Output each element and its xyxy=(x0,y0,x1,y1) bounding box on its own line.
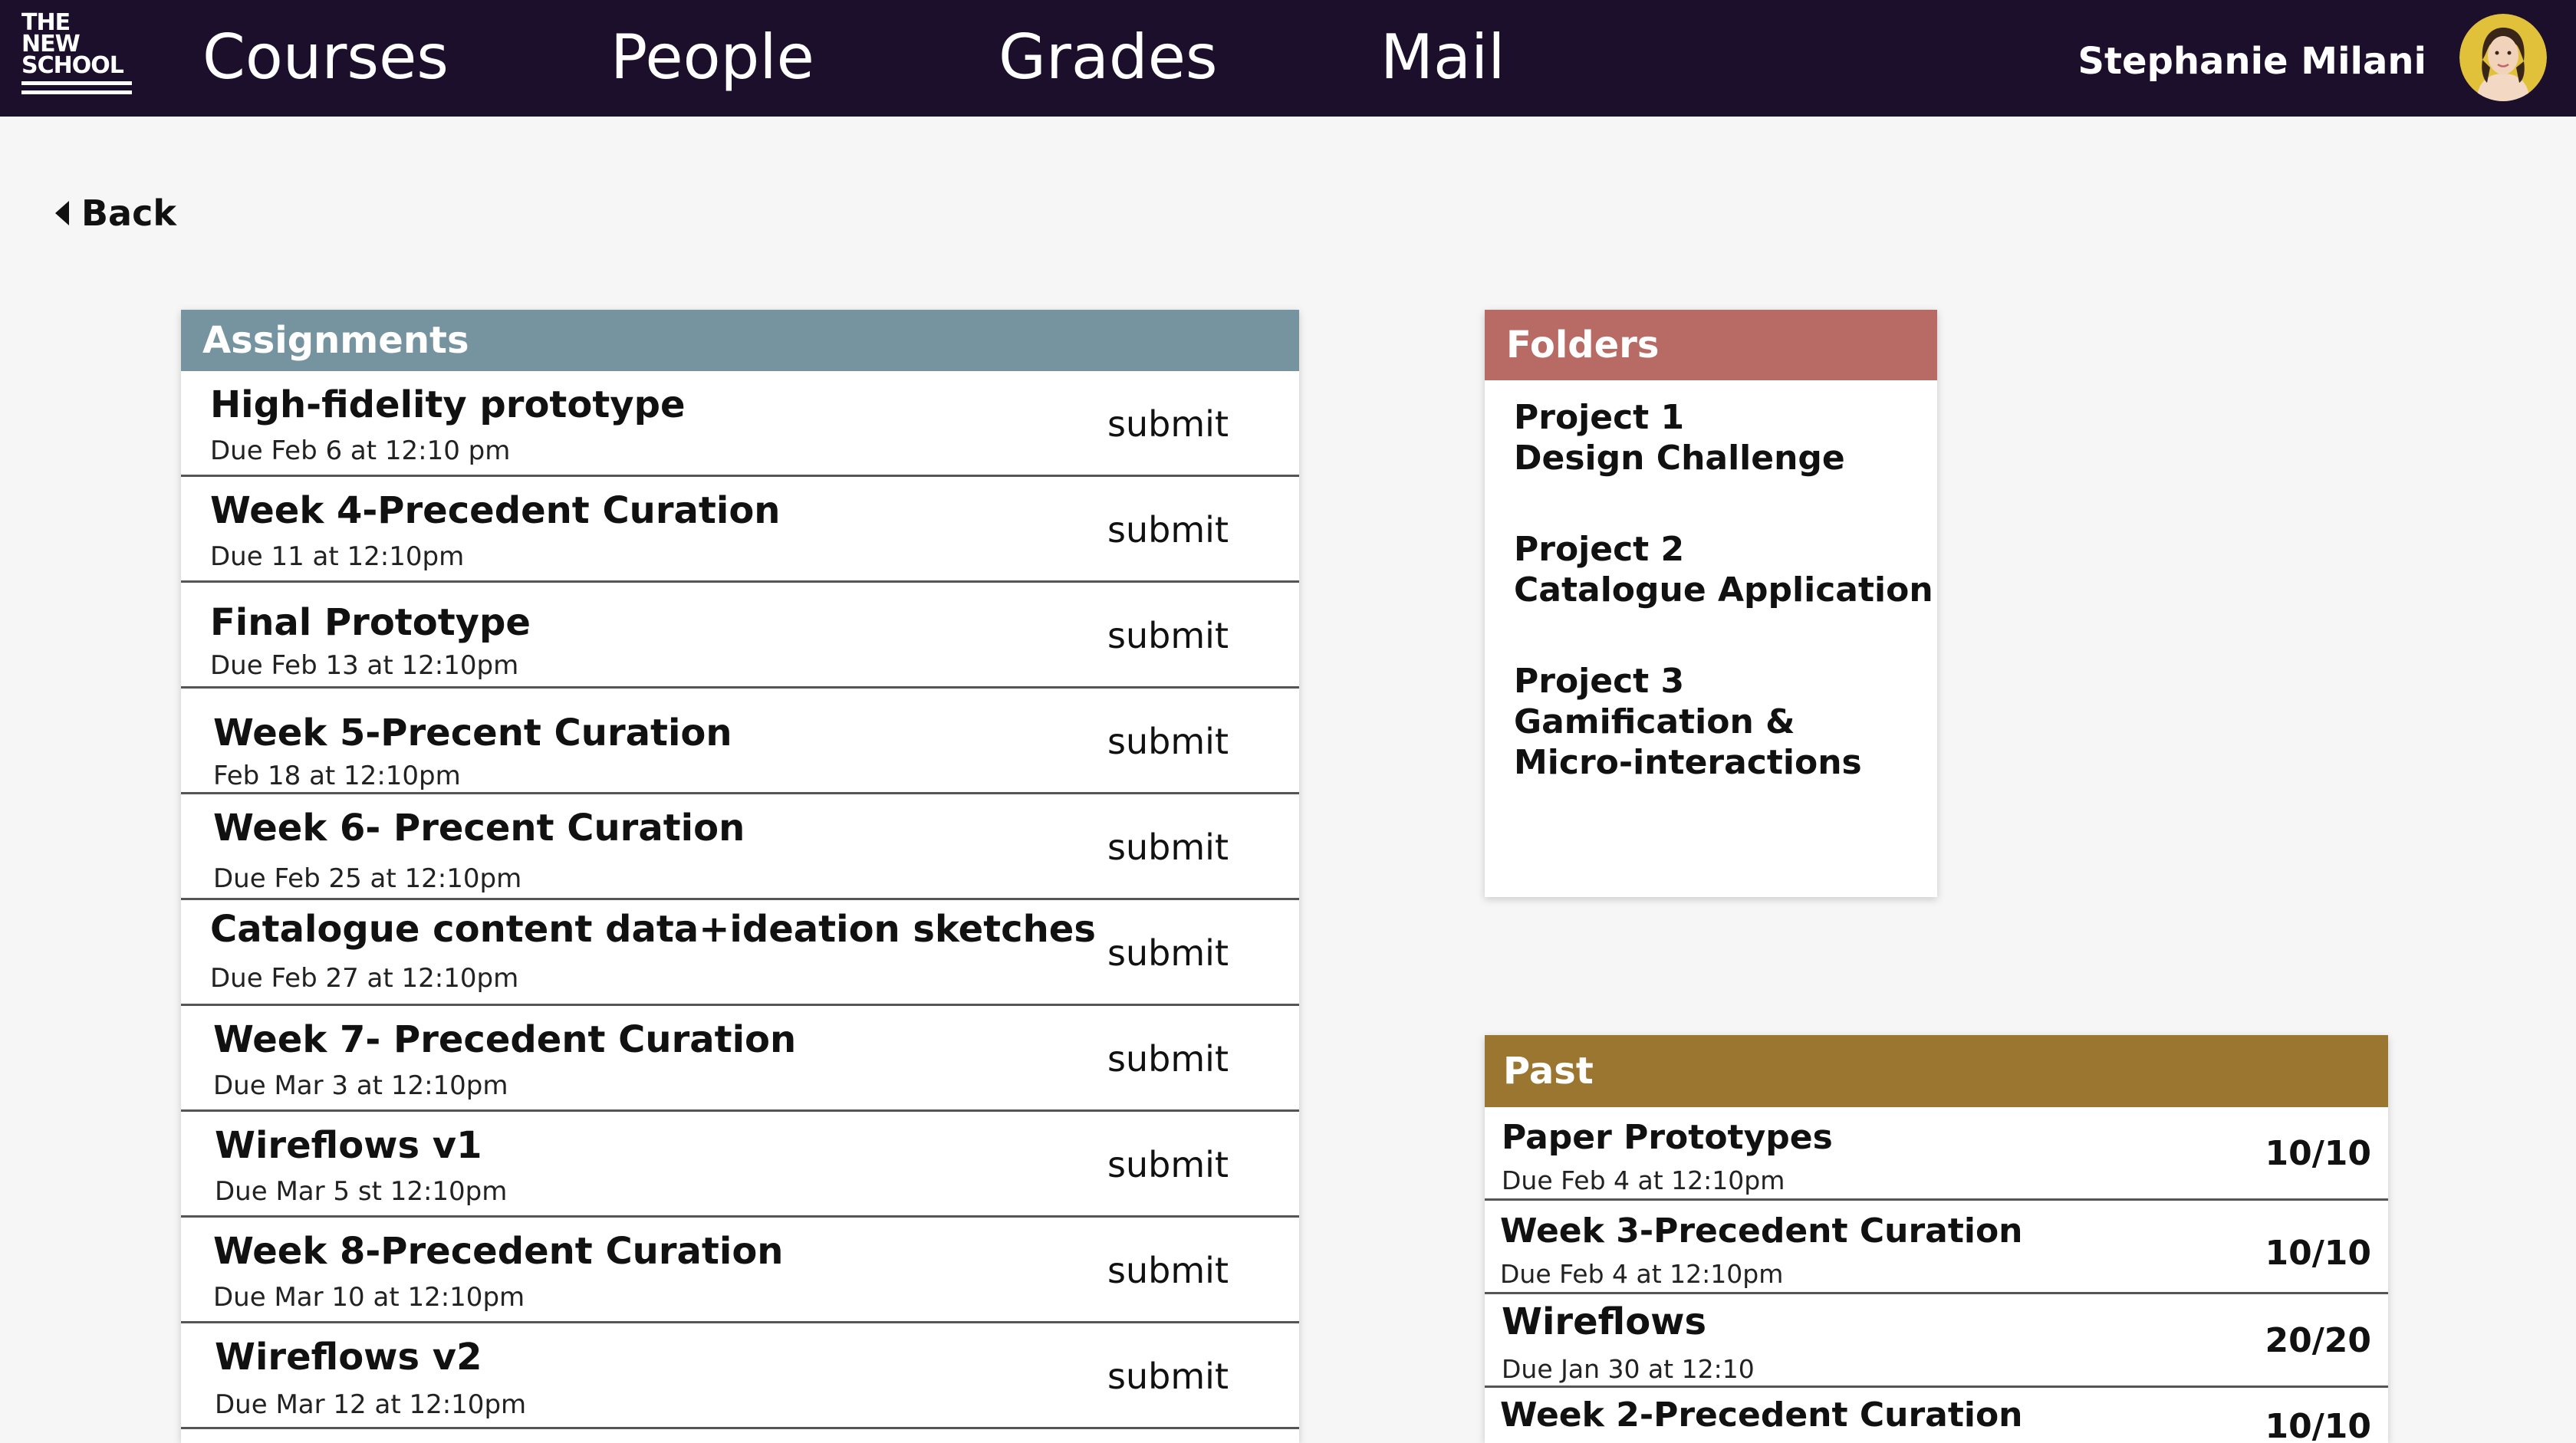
nav-grades[interactable]: Grades xyxy=(998,15,1218,100)
assignment-row[interactable]: Week 4-Precedent Curation Due 11 at 12:1… xyxy=(181,477,1299,583)
past-row[interactable]: Wireflows Due Jan 30 at 12:10 20/20 xyxy=(1485,1294,2388,1388)
assignment-due: Due Feb 27 at 12:10pm xyxy=(210,963,519,994)
past-title: Week 3-Precedent Curation xyxy=(1500,1211,2023,1251)
submit-link[interactable]: submit xyxy=(1107,689,1229,794)
nav-mail[interactable]: Mail xyxy=(1380,15,1505,100)
assignment-due: Due Mar 10 at 12:10pm xyxy=(213,1282,525,1313)
assignment-due: Due Feb 6 at 12:10 pm xyxy=(210,436,511,466)
submit-link[interactable]: submit xyxy=(1107,371,1229,477)
assignments-header: Assignments xyxy=(181,310,1299,371)
submit-link[interactable]: submit xyxy=(1107,1218,1229,1323)
assignment-title: Week 4-Precedent Curation xyxy=(210,489,781,532)
assignments-panel: Assignments High-fidelity prototype Due … xyxy=(181,310,1299,1443)
logo-rule xyxy=(21,90,132,94)
folder-name: Project 1 xyxy=(1514,398,1685,437)
assignment-row[interactable]: Week 6- Precent Curation Due Feb 25 at 1… xyxy=(181,794,1299,900)
past-score: 10/10 xyxy=(2265,1134,2371,1173)
assignment-due: Due Mar 3 at 12:10pm xyxy=(213,1070,508,1101)
folder-project-2[interactable]: Project 2 Catalogue Application xyxy=(1514,529,1933,610)
folder-subtitle: Micro-interactions xyxy=(1514,743,1862,782)
assignment-due: Due 11 at 12:10pm xyxy=(210,541,465,572)
assignment-title: Week 7- Precedent Curation xyxy=(213,1018,797,1061)
nav-people[interactable]: People xyxy=(610,15,814,100)
past-due: Due Jan 30 at 12:10 xyxy=(1502,1354,1755,1384)
back-label: Back xyxy=(81,192,176,234)
folders-header: Folders xyxy=(1485,310,1937,380)
assignment-due: Due Mar 12 at 12:10pm xyxy=(215,1389,527,1420)
assignment-row[interactable]: Wireflows v2 Due Mar 12 at 12:10pm submi… xyxy=(181,1323,1299,1429)
back-link[interactable]: Back xyxy=(54,189,176,238)
past-row[interactable]: Week 2-Precedent Curation 10/10 xyxy=(1485,1388,2388,1443)
submit-link[interactable]: submit xyxy=(1107,583,1229,689)
logo-rule xyxy=(21,81,132,85)
submit-link[interactable]: submit xyxy=(1107,1323,1229,1429)
caret-left-icon xyxy=(55,201,69,225)
submit-link[interactable]: submit xyxy=(1107,477,1229,583)
past-due: Due Feb 4 at 12:10pm xyxy=(1502,1165,1785,1195)
folder-name: Project 2 xyxy=(1514,530,1685,569)
folder-subtitle: Gamification & xyxy=(1514,702,1795,741)
nav-courses[interactable]: Courses xyxy=(202,15,449,100)
submit-link[interactable]: submit xyxy=(1107,1006,1229,1112)
past-panel: Past Paper Prototypes Due Feb 4 at 12:10… xyxy=(1485,1035,2388,1443)
past-score: 10/10 xyxy=(2265,1407,2371,1443)
assignment-title: Wireflows v2 xyxy=(215,1336,482,1379)
assignment-title: Wireflows v1 xyxy=(215,1124,482,1167)
assignment-row[interactable]: Week 7- Precedent Curation Due Mar 3 at … xyxy=(181,1006,1299,1112)
past-due: Due Feb 4 at 12:10pm xyxy=(1500,1259,1784,1289)
folder-subtitle: Catalogue Application xyxy=(1514,570,1933,610)
logo-line: SCHOOL xyxy=(21,52,124,79)
past-title: Paper Prototypes xyxy=(1502,1118,1833,1157)
avatar[interactable] xyxy=(2459,14,2547,101)
assignment-due: Feb 18 at 12:10pm xyxy=(213,761,461,791)
folders-panel: Folders Project 1 Design Challenge Proje… xyxy=(1485,310,1937,897)
assignment-title: High-fidelity prototype xyxy=(210,383,686,426)
assignment-title: Week 5-Precent Curation xyxy=(213,712,732,754)
school-logo[interactable]: THE NEW SCHOOL xyxy=(21,12,133,94)
folder-project-1[interactable]: Project 1 Design Challenge xyxy=(1514,397,1845,478)
assignment-row[interactable]: Final Prototype Due Feb 13 at 12:10pm su… xyxy=(181,583,1299,689)
assignment-due: Due Mar 5 st 12:10pm xyxy=(215,1176,508,1207)
assignment-row[interactable]: Week 8-Precedent Curation Due Mar 10 at … xyxy=(181,1218,1299,1323)
folder-subtitle: Design Challenge xyxy=(1514,439,1845,478)
folder-project-3[interactable]: Project 3 Gamification & Micro-interacti… xyxy=(1514,661,1862,783)
submit-link[interactable]: submit xyxy=(1107,794,1229,900)
past-row[interactable]: Paper Prototypes Due Feb 4 at 12:10pm 10… xyxy=(1485,1107,2388,1201)
submit-link[interactable]: submit xyxy=(1107,900,1229,1006)
past-score: 10/10 xyxy=(2265,1234,2371,1273)
top-nav-bar: THE NEW SCHOOL Courses People Grades Mai… xyxy=(0,0,2576,117)
assignment-due: Due Feb 13 at 12:10pm xyxy=(210,650,519,681)
past-score: 20/20 xyxy=(2265,1321,2371,1360)
assignment-row[interactable]: High-fidelity prototype Due Feb 6 at 12:… xyxy=(181,371,1299,477)
assignment-due: Due Feb 25 at 12:10pm xyxy=(213,863,522,894)
assignment-title: Week 8-Precedent Curation xyxy=(213,1230,784,1273)
past-header: Past xyxy=(1485,1035,2388,1107)
assignment-title: Final Prototype xyxy=(210,601,531,644)
assignment-row[interactable]: Week 5-Precent Curation Feb 18 at 12:10p… xyxy=(181,689,1299,794)
assignment-row[interactable]: Wireflows v1 Due Mar 5 st 12:10pm submit xyxy=(181,1112,1299,1218)
assignment-row[interactable]: Catalogue content data+ideation sketches… xyxy=(181,900,1299,1006)
user-name[interactable]: Stephanie Milani xyxy=(2078,31,2426,92)
past-title: Week 2-Precedent Curation xyxy=(1500,1395,2023,1435)
submit-link[interactable]: submit xyxy=(1107,1112,1229,1218)
past-title: Wireflows xyxy=(1502,1300,1707,1343)
folder-name: Project 3 xyxy=(1514,662,1685,701)
avatar-image xyxy=(2459,14,2547,101)
assignment-title: Catalogue content data+ideation sketches xyxy=(210,908,1096,951)
assignment-title: Week 6- Precent Curation xyxy=(213,807,745,850)
past-row[interactable]: Week 3-Precedent Curation Due Feb 4 at 1… xyxy=(1485,1201,2388,1294)
